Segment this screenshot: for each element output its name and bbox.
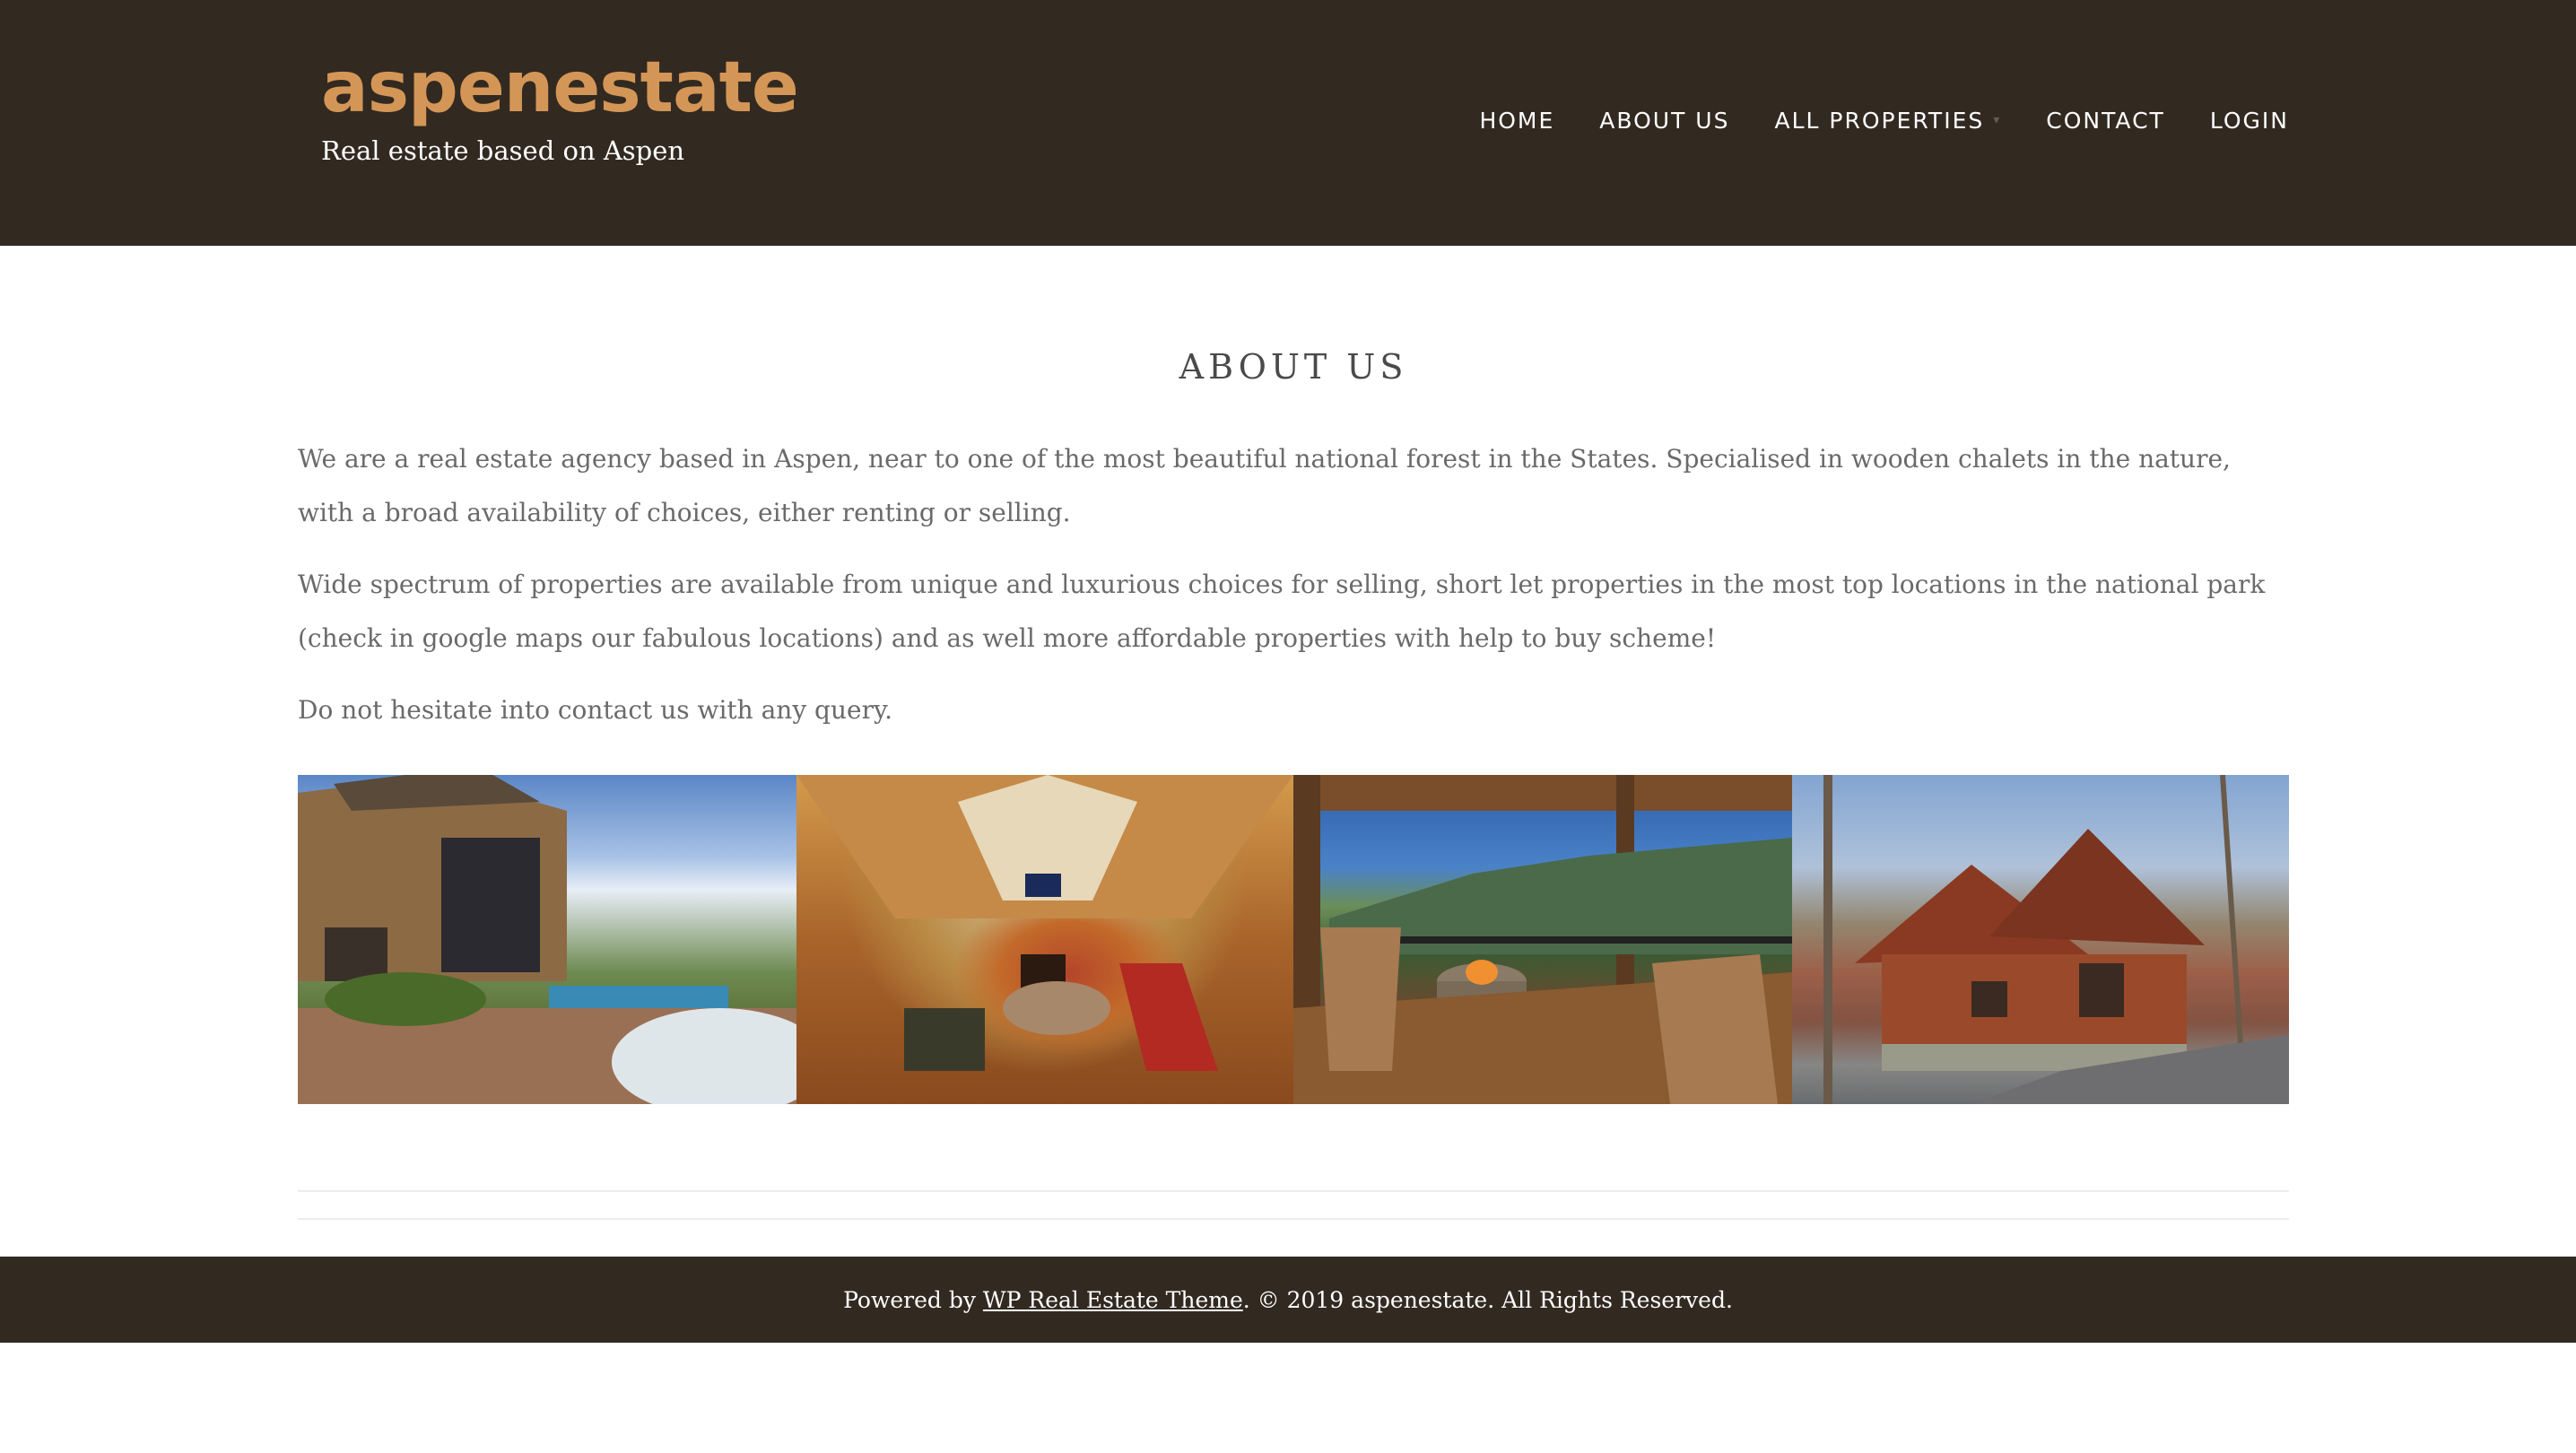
nav-all-properties-label: ALL PROPERTIES [1774, 107, 1985, 134]
nav-about-us[interactable]: ABOUT US [1599, 108, 1729, 134]
nav-about-us-label: ABOUT US [1599, 107, 1730, 134]
about-paragraph-3: Do not hesitate into contact us with any… [298, 695, 892, 725]
mansion-garden-pool-photo[interactable] [298, 775, 796, 1104]
property-gallery [298, 775, 2289, 1104]
main-navigation: HOME ABOUT US ALL PROPERTIES ▾ CONTACT L… [1479, 100, 2289, 140]
site-footer: Powered by WP Real Estate Theme . © 2019… [0, 1257, 2576, 1343]
chevron-down-icon: ▾ [1993, 113, 2002, 127]
red-log-cabin-photo[interactable] [1792, 775, 2289, 1104]
divider-top [298, 1190, 2289, 1192]
nav-login[interactable]: LOGIN [2210, 108, 2289, 134]
nav-contact-label: CONTACT [2046, 107, 2165, 134]
about-paragraph-2: Wide spectrum of properties are availabl… [298, 570, 2266, 653]
nav-all-properties[interactable]: ALL PROPERTIES ▾ [1774, 108, 2001, 134]
wooden-living-room-photo[interactable] [796, 775, 1293, 1104]
divider-bottom [298, 1218, 2289, 1220]
page-title: ABOUT US [1179, 347, 1408, 387]
site-header: aspenestate Real estate based on Aspen H… [0, 0, 2576, 246]
footer-theme-link[interactable]: WP Real Estate Theme [983, 1287, 1243, 1313]
mountain-deck-firepit-photo[interactable] [1293, 775, 1792, 1104]
brand: aspenestate Real estate based on Aspen [321, 43, 799, 169]
site-tagline: Real estate based on Aspen [321, 135, 685, 166]
red-log-cabin-illustration [1792, 775, 2289, 1104]
nav-login-label: LOGIN [2209, 107, 2289, 134]
mansion-garden-pool-illustration [298, 775, 796, 1104]
main-content: ABOUT US We are a real estate agency bas… [298, 246, 2289, 737]
site-title-link[interactable]: aspenestate [321, 43, 799, 133]
nav-contact[interactable]: CONTACT [2046, 108, 2165, 134]
about-paragraph-1: We are a real estate agency based in Asp… [298, 444, 2231, 527]
mountain-deck-illustration [1293, 775, 1792, 1104]
nav-home[interactable]: HOME [1479, 108, 1554, 134]
footer-prefix: Powered by [843, 1286, 983, 1313]
footer-copyright: . © 2019 aspenestate. All Rights Reserve… [1242, 1286, 1733, 1313]
nav-home-label: HOME [1479, 107, 1555, 134]
wooden-living-room-illustration [796, 775, 1293, 1071]
